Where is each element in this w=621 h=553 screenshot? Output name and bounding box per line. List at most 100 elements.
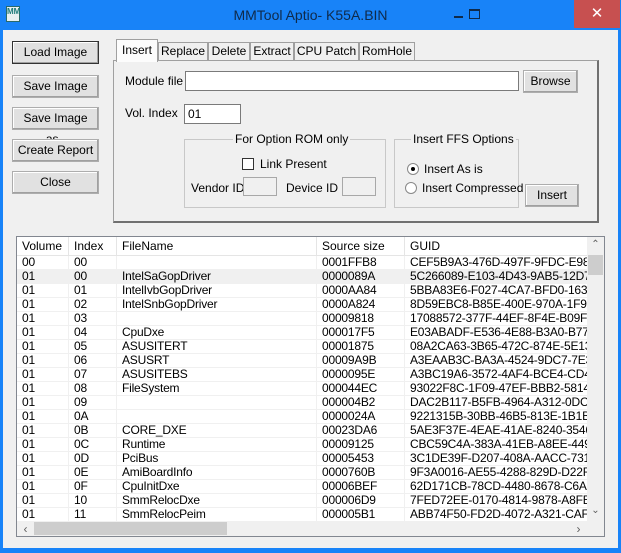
- horizontal-scroll-thumb[interactable]: [34, 522, 227, 535]
- cell-volume: 01: [17, 466, 69, 480]
- cell-index: 09: [69, 396, 117, 410]
- cell-filename: CpuInitDxe: [117, 480, 317, 494]
- save-image-as-button[interactable]: Save Image as..: [12, 107, 99, 146]
- tab-delete[interactable]: Delete: [208, 42, 250, 61]
- tab-romhole[interactable]: RomHole: [359, 42, 415, 61]
- cell-source-size: 00009125: [317, 438, 405, 452]
- table-row[interactable]: 01 10 SmmRelocDxe 000006D9 7FED72EE-0170-481…: [17, 494, 587, 508]
- insert-tab-panel: Module file Browse Vol. Index 01 For Opt…: [113, 60, 599, 223]
- vertical-scrollbar[interactable]: ⌃ ⌄: [587, 237, 604, 521]
- table-row[interactable]: 01 01 IntelIvbGopDriver 0000AA84 5BBA83E6-F0…: [17, 284, 587, 298]
- create-report-button[interactable]: Create Report: [12, 139, 99, 162]
- tab-replace[interactable]: Replace: [158, 42, 208, 61]
- cell-guid: 3C1DE39F-D207-408A-AACC-731CFE: [410, 452, 587, 465]
- cell-source-size: 00009A9B: [317, 354, 405, 368]
- cell-guid: 9221315B-30BB-46B5-813E-1B1BF4: [410, 410, 587, 423]
- table-row[interactable]: 01 0C Runtime 00009125 CBC59C4A-383A-41EB-A8…: [17, 438, 587, 452]
- vol-index-label: Vol. Index: [125, 106, 178, 120]
- scroll-left-arrow-icon[interactable]: ‹: [17, 522, 34, 536]
- column-header-volume[interactable]: Volume: [17, 237, 69, 255]
- list-header: Volume Index FileName Source size GUID: [17, 237, 587, 256]
- cell-index: 01: [69, 284, 117, 298]
- cell-filename: IntelSaGopDriver: [117, 270, 317, 284]
- cell-source-size: 000044EC: [317, 382, 405, 396]
- cell-source-size: 0001FFB8: [317, 256, 405, 270]
- close-button[interactable]: Close: [12, 171, 99, 194]
- module-file-input[interactable]: [185, 71, 519, 91]
- save-image-button[interactable]: Save Image: [12, 75, 99, 98]
- table-row[interactable]: 01 06 ASUSRT 00009A9B A3EAAB3C-BA3A-4524-9DC…: [17, 354, 587, 368]
- cell-guid: 5C266089-E103-4D43-9AB5-12D709: [410, 270, 587, 283]
- cell-source-size: 0000095E: [317, 368, 405, 382]
- table-row[interactable]: 01 05 ASUSITERT 00001875 08A2CA63-3B65-472C-…: [17, 340, 587, 354]
- link-present-checkbox[interactable]: [242, 158, 254, 170]
- browse-button[interactable]: Browse: [523, 70, 578, 93]
- scroll-down-arrow-icon[interactable]: ⌄: [587, 505, 604, 516]
- tab-insert[interactable]: Insert: [116, 39, 158, 62]
- table-row[interactable]: 01 07 ASUSITEBS 0000095E A3BC19A6-3572-4AF4-…: [17, 368, 587, 382]
- insert-compressed-radio[interactable]: [405, 182, 417, 194]
- list-rows: 0000 0001FFB8 CEF5B9A3-476D-497F-9FDC-E981…: [17, 256, 587, 522]
- table-row[interactable]: 01 0D PciBus 00005453 3C1DE39F-D207-408A-AAC…: [17, 452, 587, 466]
- link-present-label: Link Present: [260, 157, 327, 171]
- cell-source-size: 000004B2: [317, 396, 405, 410]
- table-row[interactable]: 01 04 CpuDxe 000017F5 E03ABADF-E536-4E88-B3A…: [17, 326, 587, 340]
- cell-volume: 01: [17, 424, 69, 438]
- table-row[interactable]: 01 00 IntelSaGopDriver 0000089A 5C266089-E10…: [17, 270, 587, 284]
- column-header-index[interactable]: Index: [69, 237, 117, 255]
- cell-source-size: 00005453: [317, 452, 405, 466]
- maximize-button[interactable]: [462, 1, 488, 27]
- cell-source-size: 00009818: [317, 312, 405, 326]
- table-row[interactable]: 01 0E AmiBoardInfo 0000760B 9F3A0016-AE55-42…: [17, 466, 587, 480]
- tab-extract[interactable]: Extract: [250, 42, 294, 61]
- load-image-button[interactable]: Load Image: [12, 41, 99, 64]
- cell-volume: 01: [17, 284, 69, 298]
- cell-index: 0D: [69, 452, 117, 466]
- vendor-id-input[interactable]: [243, 177, 277, 196]
- cell-filename: ASUSITEBS: [117, 368, 317, 382]
- insert-button[interactable]: Insert: [525, 184, 579, 207]
- title-bar[interactable]: MM MMTool Aptio- K55A.BIN ✕: [0, 0, 621, 30]
- cell-volume: 01: [17, 298, 69, 312]
- scroll-up-arrow-icon[interactable]: ⌃: [587, 239, 604, 250]
- table-row[interactable]: 01 02 IntelSnbGopDriver 0000A824 8D59EBC8-B8…: [17, 298, 587, 312]
- insert-compressed-label: Insert Compressed: [422, 181, 524, 195]
- cell-filename: ASUSITERT: [117, 340, 317, 354]
- column-header-filename[interactable]: FileName: [117, 237, 317, 255]
- cell-guid: 08A2CA63-3B65-472C-874E-5E138E: [410, 340, 587, 353]
- cell-source-size: 00001875: [317, 340, 405, 354]
- cell-guid: DAC2B117-B5FB-4964-A312-0DCC77: [410, 396, 587, 409]
- close-window-button[interactable]: ✕: [574, 0, 620, 28]
- insert-as-is-radio[interactable]: [407, 163, 419, 175]
- column-header-source-size[interactable]: Source size: [317, 237, 405, 255]
- table-row[interactable]: 01 11 SmmRelocPeim 000005B1 ABB74F50-FD2D-40…: [17, 508, 587, 522]
- table-row[interactable]: 01 0B CORE_DXE 00023DA6 5AE3F37E-4EAE-41AE-8…: [17, 424, 587, 438]
- cell-filename: Runtime: [117, 438, 317, 452]
- cell-filename: [117, 312, 317, 326]
- table-row[interactable]: 01 08 FileSystem 000044EC 93022F8C-1F09-47EF…: [17, 382, 587, 396]
- cell-filename: ASUSRT: [117, 354, 317, 368]
- table-row[interactable]: 01 0A 0000024A 9221315B-30BB-46B5-813E-1B1B…: [17, 410, 587, 424]
- table-row[interactable]: 0109 000004B2 DAC2B117-B5FB-4964-A312-0DCC…: [17, 396, 587, 410]
- cell-volume: 01: [17, 410, 69, 424]
- device-id-input[interactable]: [342, 177, 376, 196]
- tab-cpu-patch[interactable]: CPU Patch: [294, 42, 359, 61]
- vertical-scroll-thumb[interactable]: [588, 255, 603, 275]
- table-row[interactable]: 01 0F CpuInitDxe 00006BEF 62D171CB-78CD-4480…: [17, 480, 587, 494]
- option-rom-group-title: For Option ROM only: [233, 132, 351, 146]
- cell-guid: 93022F8C-1F09-47EF-BBB2-5814FF6: [410, 382, 587, 395]
- vol-index-input[interactable]: 01: [184, 104, 241, 124]
- cell-guid: CBC59C4A-383A-41EB-A8EE-4498AE: [410, 438, 587, 451]
- scroll-right-arrow-icon[interactable]: ›: [570, 522, 587, 536]
- cell-filename: [117, 396, 317, 410]
- table-row[interactable]: 01 03 00009818 17088572-377F-44EF-8F4E-B09F…: [17, 312, 587, 326]
- table-row[interactable]: 0000 0001FFB8 CEF5B9A3-476D-497F-9FDC-E981…: [17, 256, 587, 270]
- cell-filename: PciBus: [117, 452, 317, 466]
- ffs-file-list[interactable]: Volume Index FileName Source size GUID 0…: [16, 236, 605, 537]
- column-header-guid[interactable]: GUID: [405, 237, 587, 255]
- cell-volume: 01: [17, 508, 69, 522]
- cell-filename: FileSystem: [117, 382, 317, 396]
- cell-source-size: 00006BEF: [317, 480, 405, 494]
- horizontal-scrollbar[interactable]: ‹ ›: [17, 521, 587, 536]
- cell-source-size: 0000089A: [317, 270, 405, 284]
